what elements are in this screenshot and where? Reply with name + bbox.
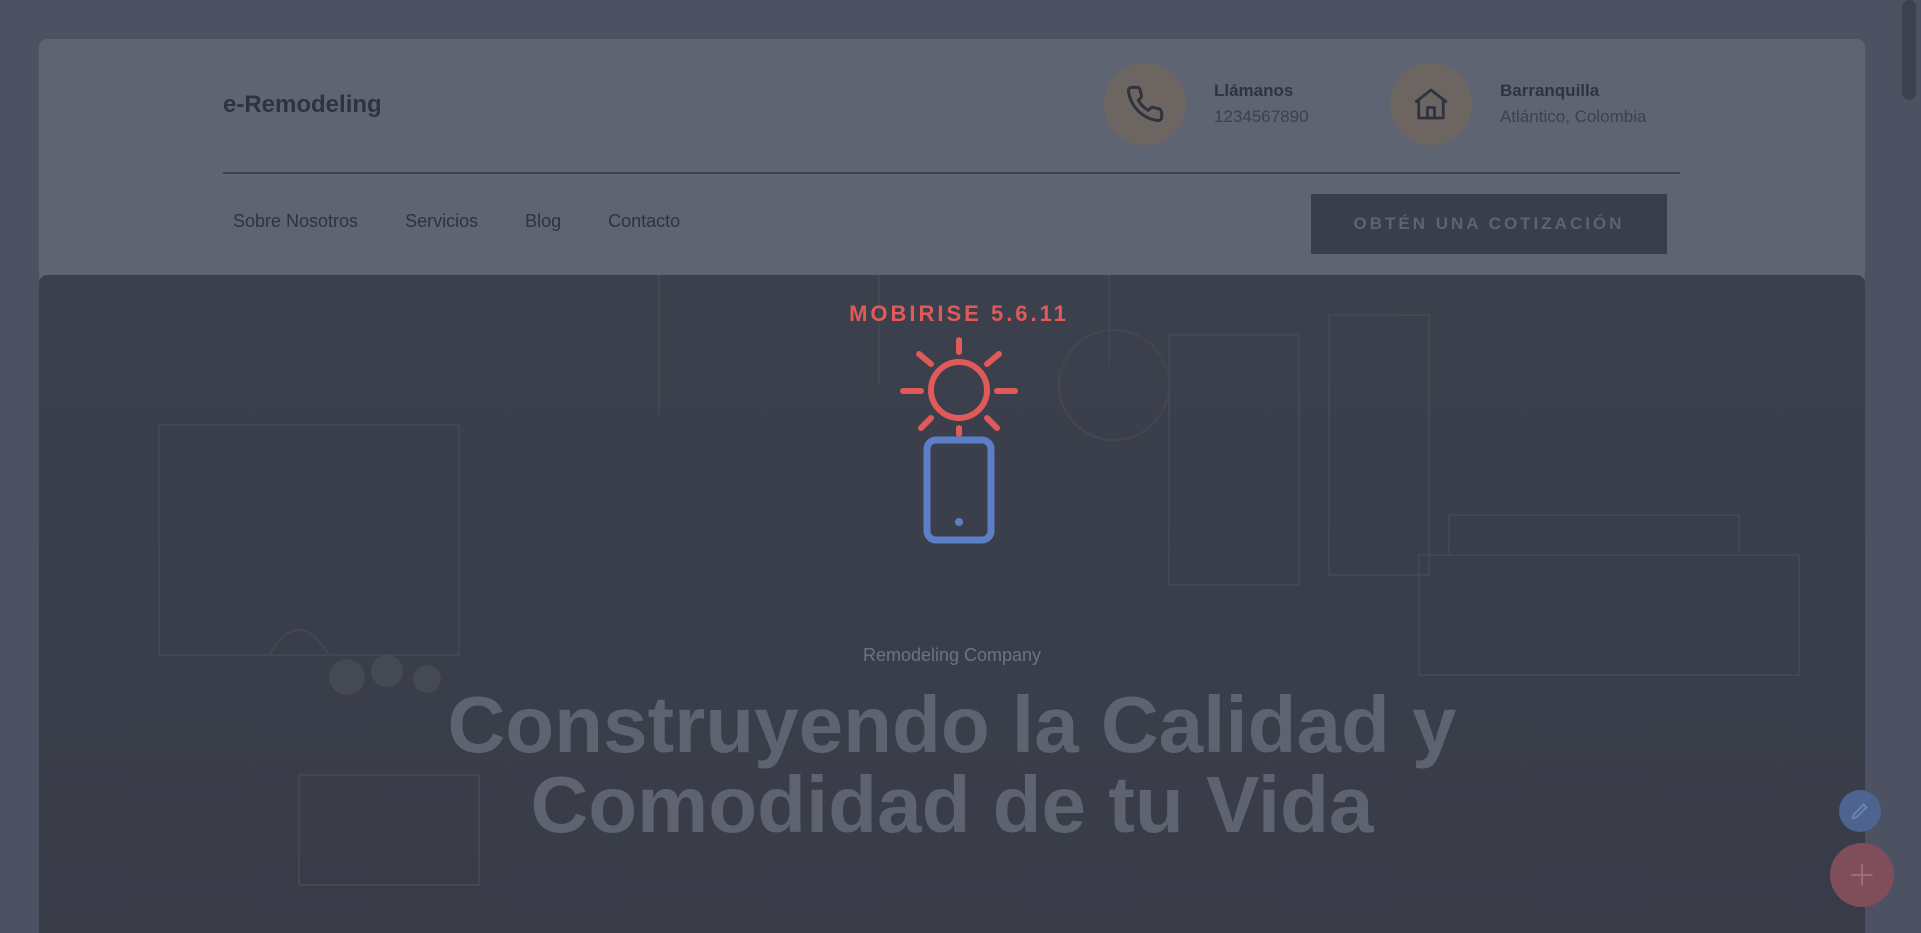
nav-item-blog[interactable]: Blog [525, 211, 561, 232]
edit-fab-button[interactable] [1839, 790, 1881, 832]
hero-headline: Construyendo la Calidad y Comodidad de t… [39, 685, 1865, 845]
pencil-icon [1851, 803, 1868, 820]
header-divider [223, 172, 1680, 174]
nav-item-servicios[interactable]: Servicios [405, 211, 478, 232]
phone-title: Llámanos [1214, 81, 1294, 100]
brand-logo[interactable]: e-Remodeling [223, 91, 382, 119]
mobirise-logo-icon [900, 337, 1018, 544]
hero-section: MOBIRISE 5.6.11 Remodeling Company Const… [39, 275, 1865, 933]
add-fab-button[interactable] [1830, 843, 1894, 907]
location-title: Barranquilla [1500, 81, 1600, 100]
location-contact: Barranquilla Atlántico, Colombia [1390, 63, 1646, 145]
hero-eyebrow: Remodeling Company [862, 645, 1042, 665]
location-address: Atlántico, Colombia [1500, 107, 1647, 126]
nav-item-contacto[interactable]: Contacto [608, 211, 680, 232]
page: e-Remodeling Llámanos 1234567890 Barranq… [0, 0, 1921, 933]
home-icon-circle [1390, 63, 1472, 145]
phone-number[interactable]: 1234567890 [1214, 104, 1309, 130]
scrollbar-thumb[interactable] [1902, 0, 1916, 100]
plus-icon [1851, 864, 1873, 886]
phone-icon [1127, 85, 1164, 122]
phone-home-dot [955, 518, 963, 526]
main-nav: Sobre Nosotros Servicios Blog Contacto [233, 211, 680, 232]
headline-line-2: Comodidad de tu Vida [530, 760, 1374, 849]
home-icon [1414, 88, 1448, 120]
nav-item-sobre-nosotros[interactable]: Sobre Nosotros [233, 211, 358, 232]
mobirise-version-badge: MOBIRISE 5.6.11 [849, 301, 1069, 326]
quote-button[interactable]: OBTÉN UNA COTIZACIÓN [1311, 194, 1667, 254]
site-header: e-Remodeling Llámanos 1234567890 Barranq… [39, 39, 1865, 279]
phone-icon-circle [1104, 63, 1186, 145]
phone-contact[interactable]: Llámanos 1234567890 [1104, 63, 1309, 145]
headline-line-1: Construyendo la Calidad y [447, 680, 1457, 769]
